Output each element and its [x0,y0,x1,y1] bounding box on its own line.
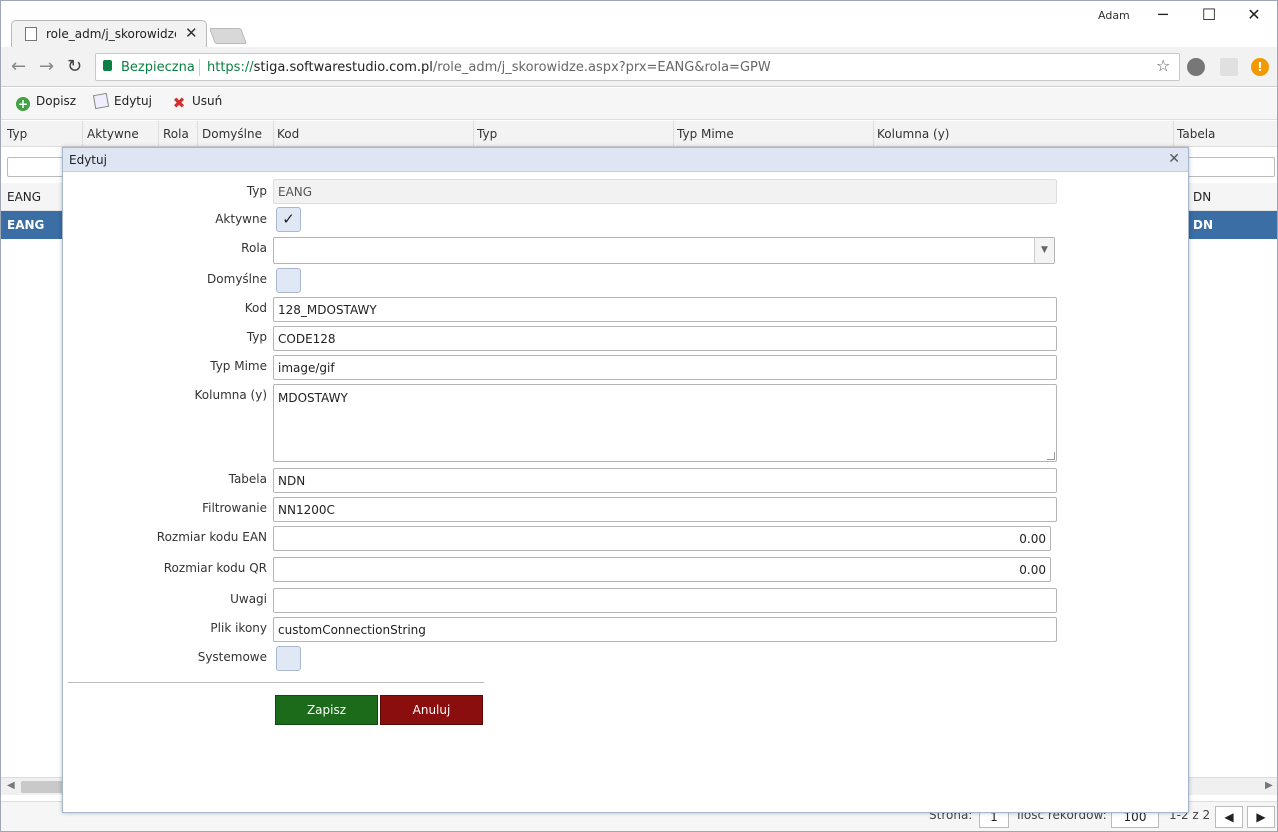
typ-mime-field[interactable]: image/gif [273,355,1057,380]
browser-titlebar: role_adm/j_skorowidze.a ✕ Adam ─ ☐ ✕ [1,1,1277,47]
delete-button[interactable]: ✖ Usuń [172,94,223,112]
add-button[interactable]: + Dopisz [16,94,76,111]
dialog-divider [68,682,484,683]
lock-icon [103,60,112,71]
scroll-right-icon[interactable]: ▶ [1265,780,1273,791]
typ-label: Typ [246,184,267,198]
extension-doc-icon[interactable] [1220,58,1238,76]
menu-alert-icon[interactable]: ! [1251,58,1269,76]
page-icon [25,27,37,41]
rozmiar-ean-field[interactable]: 0.00 [273,526,1051,551]
systemowe-checkbox[interactable] [276,646,301,671]
typ-field: EANG [273,179,1057,204]
scroll-thumb[interactable] [21,781,66,793]
cancel-button[interactable]: Anuluj [380,695,483,725]
scroll-left-icon[interactable]: ◀ [7,780,15,791]
secure-label: Bezpieczna [121,60,195,75]
prev-page-button[interactable]: ◀ [1215,806,1243,828]
app-toolbar: + Dopisz Edytuj ✖ Usuń [1,88,1277,120]
tabela-field[interactable]: NDN [273,468,1057,493]
typ-kodu-label: Typ [246,330,267,344]
maximize-icon[interactable]: ☐ [1194,5,1224,24]
window-close-icon[interactable]: ✕ [1239,5,1269,24]
uwagi-label: Uwagi [230,592,267,606]
filtrowanie-label: Filtrowanie [202,501,267,515]
rozmiar-qr-field[interactable]: 0.00 [273,557,1051,582]
address-bar[interactable]: Bezpieczna https://stiga.softwarestudio.… [95,53,1180,81]
kod-label: Kod [244,301,267,315]
aktywne-label: Aktywne [215,212,267,226]
edit-dialog: Edytuj ✕ Typ EANG Aktywne ✓ Rola ▼ Domyś… [62,147,1189,813]
column-header[interactable]: Rola [163,127,189,141]
window-user-label: Adam [1098,9,1130,22]
column-header[interactable]: Typ Mime [677,127,734,141]
aktywne-checkbox[interactable]: ✓ [276,207,301,232]
minimize-icon[interactable]: ─ [1148,5,1178,24]
url-text[interactable]: https://stiga.softwarestudio.com.pl/role… [207,60,771,75]
column-header[interactable]: Typ [477,127,497,141]
save-button[interactable]: Zapisz [275,695,378,725]
column-header[interactable]: Aktywne [87,127,139,141]
column-header[interactable]: Kod [277,127,299,141]
kolumna-label: Kolumna (y) [194,388,267,402]
browser-toolbar: ← → ↻ Bezpieczna https://stiga.softwares… [1,47,1277,87]
kod-field[interactable]: 128_MDOSTAWY [273,297,1057,322]
next-page-button[interactable]: ▶ [1247,806,1275,828]
domyslne-label: Domyślne [207,272,267,286]
column-header[interactable]: Domyślne [202,127,262,141]
forward-icon[interactable]: → [39,56,54,77]
tab-close-icon[interactable]: ✕ [185,24,198,42]
new-tab-button[interactable] [209,28,247,44]
kolumna-textarea[interactable]: MDOSTAWY [273,384,1057,462]
back-icon[interactable]: ← [11,56,26,77]
filter-input[interactable]: n [1177,157,1275,177]
filtrowanie-field[interactable]: NN1200C [273,497,1057,522]
dialog-header: Edytuj ✕ [63,148,1188,172]
browser-tab[interactable]: role_adm/j_skorowidze.a ✕ [11,20,207,47]
rozmiar-ean-label: Rozmiar kodu EAN [156,530,267,544]
grid-header: Typ Aktywne Rola Domyślne Kod Typ Typ Mi… [1,121,1277,147]
tabela-label: Tabela [228,472,267,486]
rola-select[interactable]: ▼ [273,237,1055,264]
bookmark-star-icon[interactable]: ☆ [1156,56,1170,75]
dialog-close-icon[interactable]: ✕ [1168,151,1180,167]
rozmiar-qr-label: Rozmiar kodu QR [163,561,267,575]
plik-ikony-field[interactable]: customConnectionString [273,617,1057,642]
extension-gear-icon[interactable] [1187,58,1205,76]
rola-label: Rola [241,241,267,255]
dialog-title: Edytuj [69,153,107,167]
edit-button[interactable]: Edytuj [92,92,152,110]
column-header[interactable]: Kolumna (y) [877,127,949,141]
reload-icon[interactable]: ↻ [67,56,82,77]
systemowe-label: Systemowe [197,650,267,664]
typ-mime-label: Typ Mime [210,359,267,373]
column-header[interactable]: Typ [7,127,27,141]
typ-kodu-field[interactable]: CODE128 [273,326,1057,351]
resize-grip-icon[interactable] [1047,452,1055,460]
chevron-down-icon[interactable]: ▼ [1034,238,1054,263]
plus-icon: + [16,97,30,111]
uwagi-field[interactable] [273,588,1057,613]
column-header[interactable]: Tabela [1177,127,1215,141]
edit-icon [92,92,110,110]
delete-icon: ✖ [172,94,186,112]
plik-ikony-label: Plik ikony [210,621,267,635]
domyslne-checkbox[interactable] [276,268,301,293]
tab-title: role_adm/j_skorowidze.a [46,27,176,41]
